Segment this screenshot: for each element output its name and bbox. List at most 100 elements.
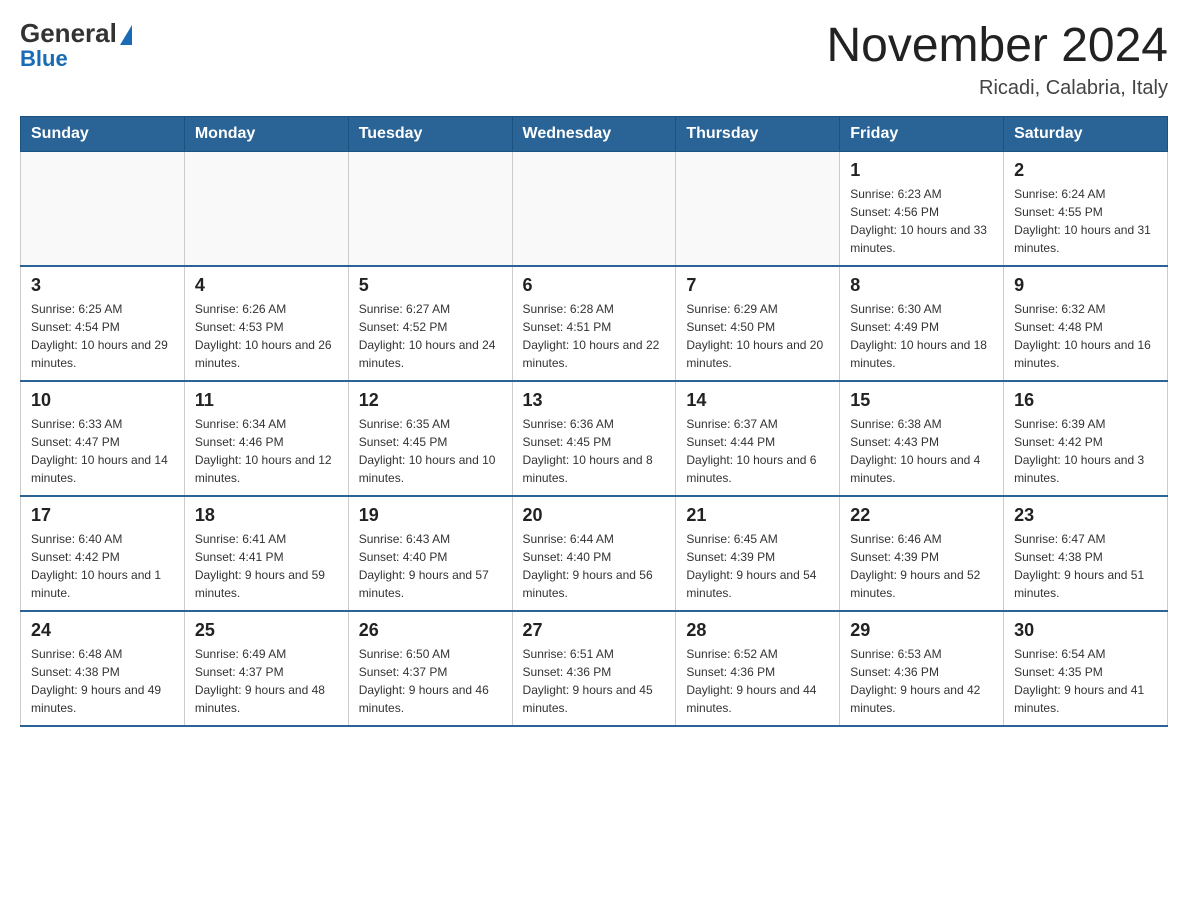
- day-number: 12: [359, 390, 502, 411]
- calendar-table: SundayMondayTuesdayWednesdayThursdayFrid…: [20, 116, 1168, 727]
- day-number: 30: [1014, 620, 1157, 641]
- day-info: Sunrise: 6:52 AM Sunset: 4:36 PM Dayligh…: [686, 645, 829, 717]
- day-info: Sunrise: 6:39 AM Sunset: 4:42 PM Dayligh…: [1014, 415, 1157, 487]
- day-cell: [21, 151, 185, 266]
- day-info: Sunrise: 6:47 AM Sunset: 4:38 PM Dayligh…: [1014, 530, 1157, 602]
- day-info: Sunrise: 6:26 AM Sunset: 4:53 PM Dayligh…: [195, 300, 338, 372]
- day-info: Sunrise: 6:54 AM Sunset: 4:35 PM Dayligh…: [1014, 645, 1157, 717]
- day-info: Sunrise: 6:48 AM Sunset: 4:38 PM Dayligh…: [31, 645, 174, 717]
- day-number: 26: [359, 620, 502, 641]
- calendar-header: SundayMondayTuesdayWednesdayThursdayFrid…: [21, 116, 1168, 151]
- page-header: General Blue November 2024 Ricadi, Calab…: [20, 20, 1168, 100]
- day-cell: 6 Sunrise: 6:28 AM Sunset: 4:51 PM Daylig…: [512, 266, 676, 381]
- day-cell: 16 Sunrise: 6:39 AM Sunset: 4:42 PM Dayli…: [1004, 381, 1168, 496]
- day-cell: 15Sunrise: 6:38 AM Sunset: 4:43 PM Dayli…: [840, 381, 1004, 496]
- day-number: 4: [195, 275, 338, 296]
- day-cell: 13Sunrise: 6:36 AM Sunset: 4:45 PM Dayli…: [512, 381, 676, 496]
- day-number: 11: [195, 390, 338, 411]
- column-header-wednesday: Wednesday: [512, 116, 676, 151]
- day-number: 25: [195, 620, 338, 641]
- day-number: 6: [523, 275, 666, 296]
- logo-general-text: General: [20, 20, 117, 46]
- day-cell: 23 Sunrise: 6:47 AM Sunset: 4:38 PM Dayli…: [1004, 496, 1168, 611]
- column-header-saturday: Saturday: [1004, 116, 1168, 151]
- day-cell: 14 Sunrise: 6:37 AM Sunset: 4:44 PM Dayli…: [676, 381, 840, 496]
- day-info: Sunrise: 6:43 AM Sunset: 4:40 PM Dayligh…: [359, 530, 502, 602]
- day-cell: 25 Sunrise: 6:49 AM Sunset: 4:37 PM Dayli…: [184, 611, 348, 726]
- day-cell: 2Sunrise: 6:24 AM Sunset: 4:55 PM Daylig…: [1004, 151, 1168, 266]
- month-title: November 2024: [826, 20, 1168, 73]
- day-cell: 30 Sunrise: 6:54 AM Sunset: 4:35 PM Dayli…: [1004, 611, 1168, 726]
- day-number: 29: [850, 620, 993, 641]
- day-cell: 27Sunrise: 6:51 AM Sunset: 4:36 PM Dayli…: [512, 611, 676, 726]
- day-number: 20: [523, 505, 666, 526]
- day-cell: 7Sunrise: 6:29 AM Sunset: 4:50 PM Daylig…: [676, 266, 840, 381]
- day-number: 27: [523, 620, 666, 641]
- day-number: 22: [850, 505, 993, 526]
- day-info: Sunrise: 6:23 AM Sunset: 4:56 PM Dayligh…: [850, 185, 993, 257]
- day-cell: 9Sunrise: 6:32 AM Sunset: 4:48 PM Daylig…: [1004, 266, 1168, 381]
- day-info: Sunrise: 6:27 AM Sunset: 4:52 PM Dayligh…: [359, 300, 502, 372]
- day-info: Sunrise: 6:30 AM Sunset: 4:49 PM Dayligh…: [850, 300, 993, 372]
- day-cell: 19 Sunrise: 6:43 AM Sunset: 4:40 PM Dayli…: [348, 496, 512, 611]
- column-header-tuesday: Tuesday: [348, 116, 512, 151]
- day-info: Sunrise: 6:29 AM Sunset: 4:50 PM Dayligh…: [686, 300, 829, 372]
- day-info: Sunrise: 6:33 AM Sunset: 4:47 PM Dayligh…: [31, 415, 174, 487]
- day-cell: 1 Sunrise: 6:23 AM Sunset: 4:56 PM Daylig…: [840, 151, 1004, 266]
- day-info: Sunrise: 6:40 AM Sunset: 4:42 PM Dayligh…: [31, 530, 174, 602]
- logo-triangle-icon: [120, 25, 132, 45]
- day-info: Sunrise: 6:28 AM Sunset: 4:51 PM Dayligh…: [523, 300, 666, 372]
- day-cell: [676, 151, 840, 266]
- day-info: Sunrise: 6:37 AM Sunset: 4:44 PM Dayligh…: [686, 415, 829, 487]
- column-header-friday: Friday: [840, 116, 1004, 151]
- day-info: Sunrise: 6:41 AM Sunset: 4:41 PM Dayligh…: [195, 530, 338, 602]
- day-cell: 8 Sunrise: 6:30 AM Sunset: 4:49 PM Daylig…: [840, 266, 1004, 381]
- day-info: Sunrise: 6:53 AM Sunset: 4:36 PM Dayligh…: [850, 645, 993, 717]
- column-header-thursday: Thursday: [676, 116, 840, 151]
- day-info: Sunrise: 6:36 AM Sunset: 4:45 PM Dayligh…: [523, 415, 666, 487]
- day-cell: [348, 151, 512, 266]
- day-info: Sunrise: 6:32 AM Sunset: 4:48 PM Dayligh…: [1014, 300, 1157, 372]
- logo: General Blue: [20, 20, 132, 72]
- day-cell: 18 Sunrise: 6:41 AM Sunset: 4:41 PM Dayli…: [184, 496, 348, 611]
- week-row-1: 1 Sunrise: 6:23 AM Sunset: 4:56 PM Daylig…: [21, 151, 1168, 266]
- title-block: November 2024 Ricadi, Calabria, Italy: [826, 20, 1168, 100]
- day-number: 14: [686, 390, 829, 411]
- day-number: 15: [850, 390, 993, 411]
- day-info: Sunrise: 6:25 AM Sunset: 4:54 PM Dayligh…: [31, 300, 174, 372]
- day-info: Sunrise: 6:49 AM Sunset: 4:37 PM Dayligh…: [195, 645, 338, 717]
- day-cell: 12Sunrise: 6:35 AM Sunset: 4:45 PM Dayli…: [348, 381, 512, 496]
- day-number: 5: [359, 275, 502, 296]
- day-cell: 11 Sunrise: 6:34 AM Sunset: 4:46 PM Dayli…: [184, 381, 348, 496]
- header-row: SundayMondayTuesdayWednesdayThursdayFrid…: [21, 116, 1168, 151]
- day-number: 1: [850, 160, 993, 181]
- week-row-5: 24 Sunrise: 6:48 AM Sunset: 4:38 PM Dayli…: [21, 611, 1168, 726]
- column-header-monday: Monday: [184, 116, 348, 151]
- day-number: 28: [686, 620, 829, 641]
- day-number: 10: [31, 390, 174, 411]
- day-info: Sunrise: 6:44 AM Sunset: 4:40 PM Dayligh…: [523, 530, 666, 602]
- day-cell: 3Sunrise: 6:25 AM Sunset: 4:54 PM Daylig…: [21, 266, 185, 381]
- day-number: 19: [359, 505, 502, 526]
- day-cell: [512, 151, 676, 266]
- day-info: Sunrise: 6:50 AM Sunset: 4:37 PM Dayligh…: [359, 645, 502, 717]
- day-cell: 20 Sunrise: 6:44 AM Sunset: 4:40 PM Dayli…: [512, 496, 676, 611]
- day-number: 24: [31, 620, 174, 641]
- day-number: 17: [31, 505, 174, 526]
- day-number: 8: [850, 275, 993, 296]
- day-cell: 21Sunrise: 6:45 AM Sunset: 4:39 PM Dayli…: [676, 496, 840, 611]
- day-number: 16: [1014, 390, 1157, 411]
- day-number: 18: [195, 505, 338, 526]
- day-info: Sunrise: 6:34 AM Sunset: 4:46 PM Dayligh…: [195, 415, 338, 487]
- day-cell: 22 Sunrise: 6:46 AM Sunset: 4:39 PM Dayli…: [840, 496, 1004, 611]
- logo-blue-text: Blue: [20, 46, 68, 72]
- day-cell: 4 Sunrise: 6:26 AM Sunset: 4:53 PM Daylig…: [184, 266, 348, 381]
- week-row-4: 17 Sunrise: 6:40 AM Sunset: 4:42 PM Dayli…: [21, 496, 1168, 611]
- day-cell: 17 Sunrise: 6:40 AM Sunset: 4:42 PM Dayli…: [21, 496, 185, 611]
- day-number: 21: [686, 505, 829, 526]
- day-cell: 28 Sunrise: 6:52 AM Sunset: 4:36 PM Dayli…: [676, 611, 840, 726]
- week-row-2: 3Sunrise: 6:25 AM Sunset: 4:54 PM Daylig…: [21, 266, 1168, 381]
- day-info: Sunrise: 6:46 AM Sunset: 4:39 PM Dayligh…: [850, 530, 993, 602]
- day-number: 23: [1014, 505, 1157, 526]
- location-text: Ricadi, Calabria, Italy: [826, 77, 1168, 100]
